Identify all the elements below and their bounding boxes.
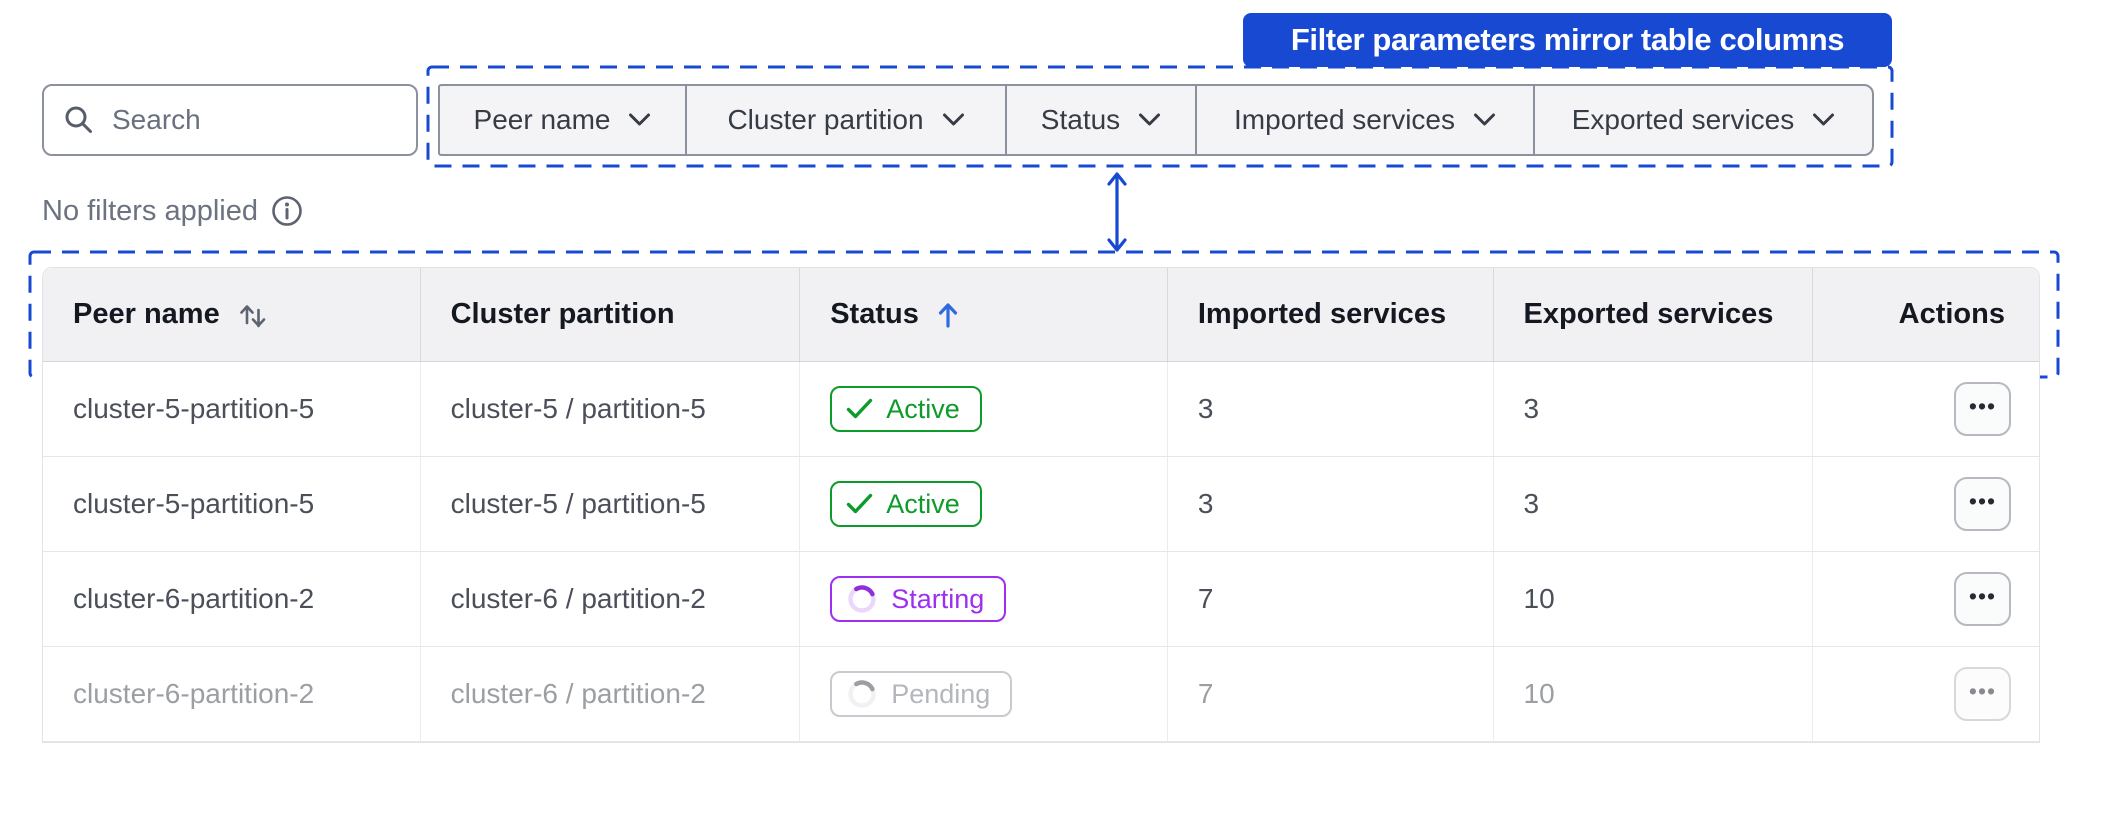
column-header-label: Peer name bbox=[73, 298, 220, 330]
peer-name-cell: cluster-5-partition-5 bbox=[73, 488, 315, 519]
row-actions-button[interactable]: ••• bbox=[1954, 667, 2011, 721]
column-header-label: Cluster partition bbox=[450, 298, 675, 330]
sort-both-icon bbox=[239, 304, 266, 327]
column-header-status[interactable]: Status bbox=[800, 268, 1168, 361]
column-header-label: Actions bbox=[1898, 298, 2005, 330]
table-row: cluster-6-partition-2 cluster-6 / partit… bbox=[43, 647, 2039, 742]
status-badge: Active bbox=[830, 481, 982, 527]
column-header-cluster-partition[interactable]: Cluster partition bbox=[421, 268, 801, 361]
check-icon bbox=[847, 493, 873, 514]
status-label: Active bbox=[886, 488, 960, 519]
status-label: Pending bbox=[891, 678, 991, 709]
filter-dropdown-label: Peer name bbox=[473, 104, 611, 135]
peer-name-cell: cluster-6-partition-2 bbox=[73, 678, 315, 709]
annotation-banner: Filter parameters mirror table columns bbox=[1243, 13, 1892, 67]
cluster-partition-cell: cluster-5 / partition-5 bbox=[450, 488, 706, 519]
filters-status: No filters applied bbox=[42, 194, 304, 228]
column-header-peer-name[interactable]: Peer name bbox=[43, 268, 421, 361]
search-icon bbox=[65, 106, 92, 133]
info-icon[interactable] bbox=[270, 194, 304, 228]
imported-services-cell: 3 bbox=[1197, 393, 1214, 424]
search-input[interactable] bbox=[112, 104, 398, 136]
filter-dropdown-cluster-partition[interactable]: Cluster partition bbox=[687, 86, 1007, 154]
chevron-down-icon bbox=[1813, 113, 1835, 126]
column-header-exported-services[interactable]: Exported services bbox=[1494, 268, 1814, 361]
filter-dropdown-label: Exported services bbox=[1571, 104, 1795, 135]
filter-dropdown-exported-services[interactable]: Exported services bbox=[1535, 86, 1872, 154]
column-header-label: Status bbox=[830, 298, 919, 330]
filter-dropdown-peer-name[interactable]: Peer name bbox=[440, 86, 687, 154]
status-label: Active bbox=[886, 393, 960, 424]
spinner-icon bbox=[848, 585, 876, 613]
peer-name-cell: cluster-5-partition-5 bbox=[73, 393, 315, 424]
peers-table: Peer name Cluster partition Status Impor… bbox=[42, 267, 2040, 743]
row-actions-button[interactable]: ••• bbox=[1954, 477, 2011, 531]
meatball-menu-icon: ••• bbox=[1968, 677, 1997, 704]
status-badge: Starting bbox=[830, 576, 1007, 622]
table-row: cluster-5-partition-5 cluster-5 / partit… bbox=[43, 362, 2039, 457]
spinner-icon bbox=[848, 680, 876, 708]
status-label: Starting bbox=[891, 583, 985, 614]
status-badge: Pending bbox=[830, 671, 1013, 717]
column-header-label: Exported services bbox=[1523, 298, 1774, 330]
cluster-partition-cell: cluster-6 / partition-2 bbox=[450, 583, 706, 614]
imported-services-cell: 3 bbox=[1197, 488, 1214, 519]
search-box[interactable] bbox=[42, 84, 418, 156]
status-badge: Active bbox=[830, 386, 982, 432]
chevron-down-icon bbox=[1473, 113, 1495, 126]
meatball-menu-icon: ••• bbox=[1968, 487, 1997, 514]
row-actions-button[interactable]: ••• bbox=[1954, 572, 2011, 626]
filter-dropdown-label: Imported services bbox=[1234, 104, 1455, 135]
check-icon bbox=[847, 398, 873, 419]
column-header-actions: Actions bbox=[1813, 268, 2039, 361]
double-arrow-icon bbox=[1107, 172, 1127, 252]
chevron-down-icon bbox=[629, 113, 651, 126]
table-row: cluster-5-partition-5 cluster-5 / partit… bbox=[43, 457, 2039, 552]
filter-dropdown-status[interactable]: Status bbox=[1007, 86, 1197, 154]
exported-services-cell: 3 bbox=[1523, 393, 1540, 424]
imported-services-cell: 7 bbox=[1197, 678, 1214, 709]
meatball-menu-icon: ••• bbox=[1968, 582, 1997, 609]
exported-services-cell: 10 bbox=[1523, 678, 1555, 709]
page: Filter parameters mirror table columns P… bbox=[0, 0, 2118, 816]
peer-name-cell: cluster-6-partition-2 bbox=[73, 583, 315, 614]
filter-bar: Peer name Cluster partition Status Impor… bbox=[438, 84, 1874, 156]
exported-services-cell: 3 bbox=[1523, 488, 1540, 519]
imported-services-cell: 7 bbox=[1197, 583, 1214, 614]
sort-ascending-icon bbox=[938, 302, 957, 328]
row-actions-button[interactable]: ••• bbox=[1954, 382, 2011, 436]
filters-status-text: No filters applied bbox=[42, 194, 258, 227]
exported-services-cell: 10 bbox=[1523, 583, 1555, 614]
cluster-partition-cell: cluster-5 / partition-5 bbox=[450, 393, 706, 424]
filter-dropdown-imported-services[interactable]: Imported services bbox=[1197, 86, 1535, 154]
table-row: cluster-6-partition-2 cluster-6 / partit… bbox=[43, 552, 2039, 647]
filter-dropdown-label: Cluster partition bbox=[727, 104, 924, 135]
chevron-down-icon bbox=[1139, 113, 1161, 126]
column-header-imported-services[interactable]: Imported services bbox=[1168, 268, 1494, 361]
cluster-partition-cell: cluster-6 / partition-2 bbox=[450, 678, 706, 709]
chevron-down-icon bbox=[942, 113, 964, 126]
meatball-menu-icon: ••• bbox=[1968, 392, 1997, 419]
column-header-label: Imported services bbox=[1197, 298, 1447, 330]
filter-dropdown-label: Status bbox=[1040, 104, 1121, 135]
table-header-row: Peer name Cluster partition Status Impor… bbox=[43, 268, 2039, 362]
